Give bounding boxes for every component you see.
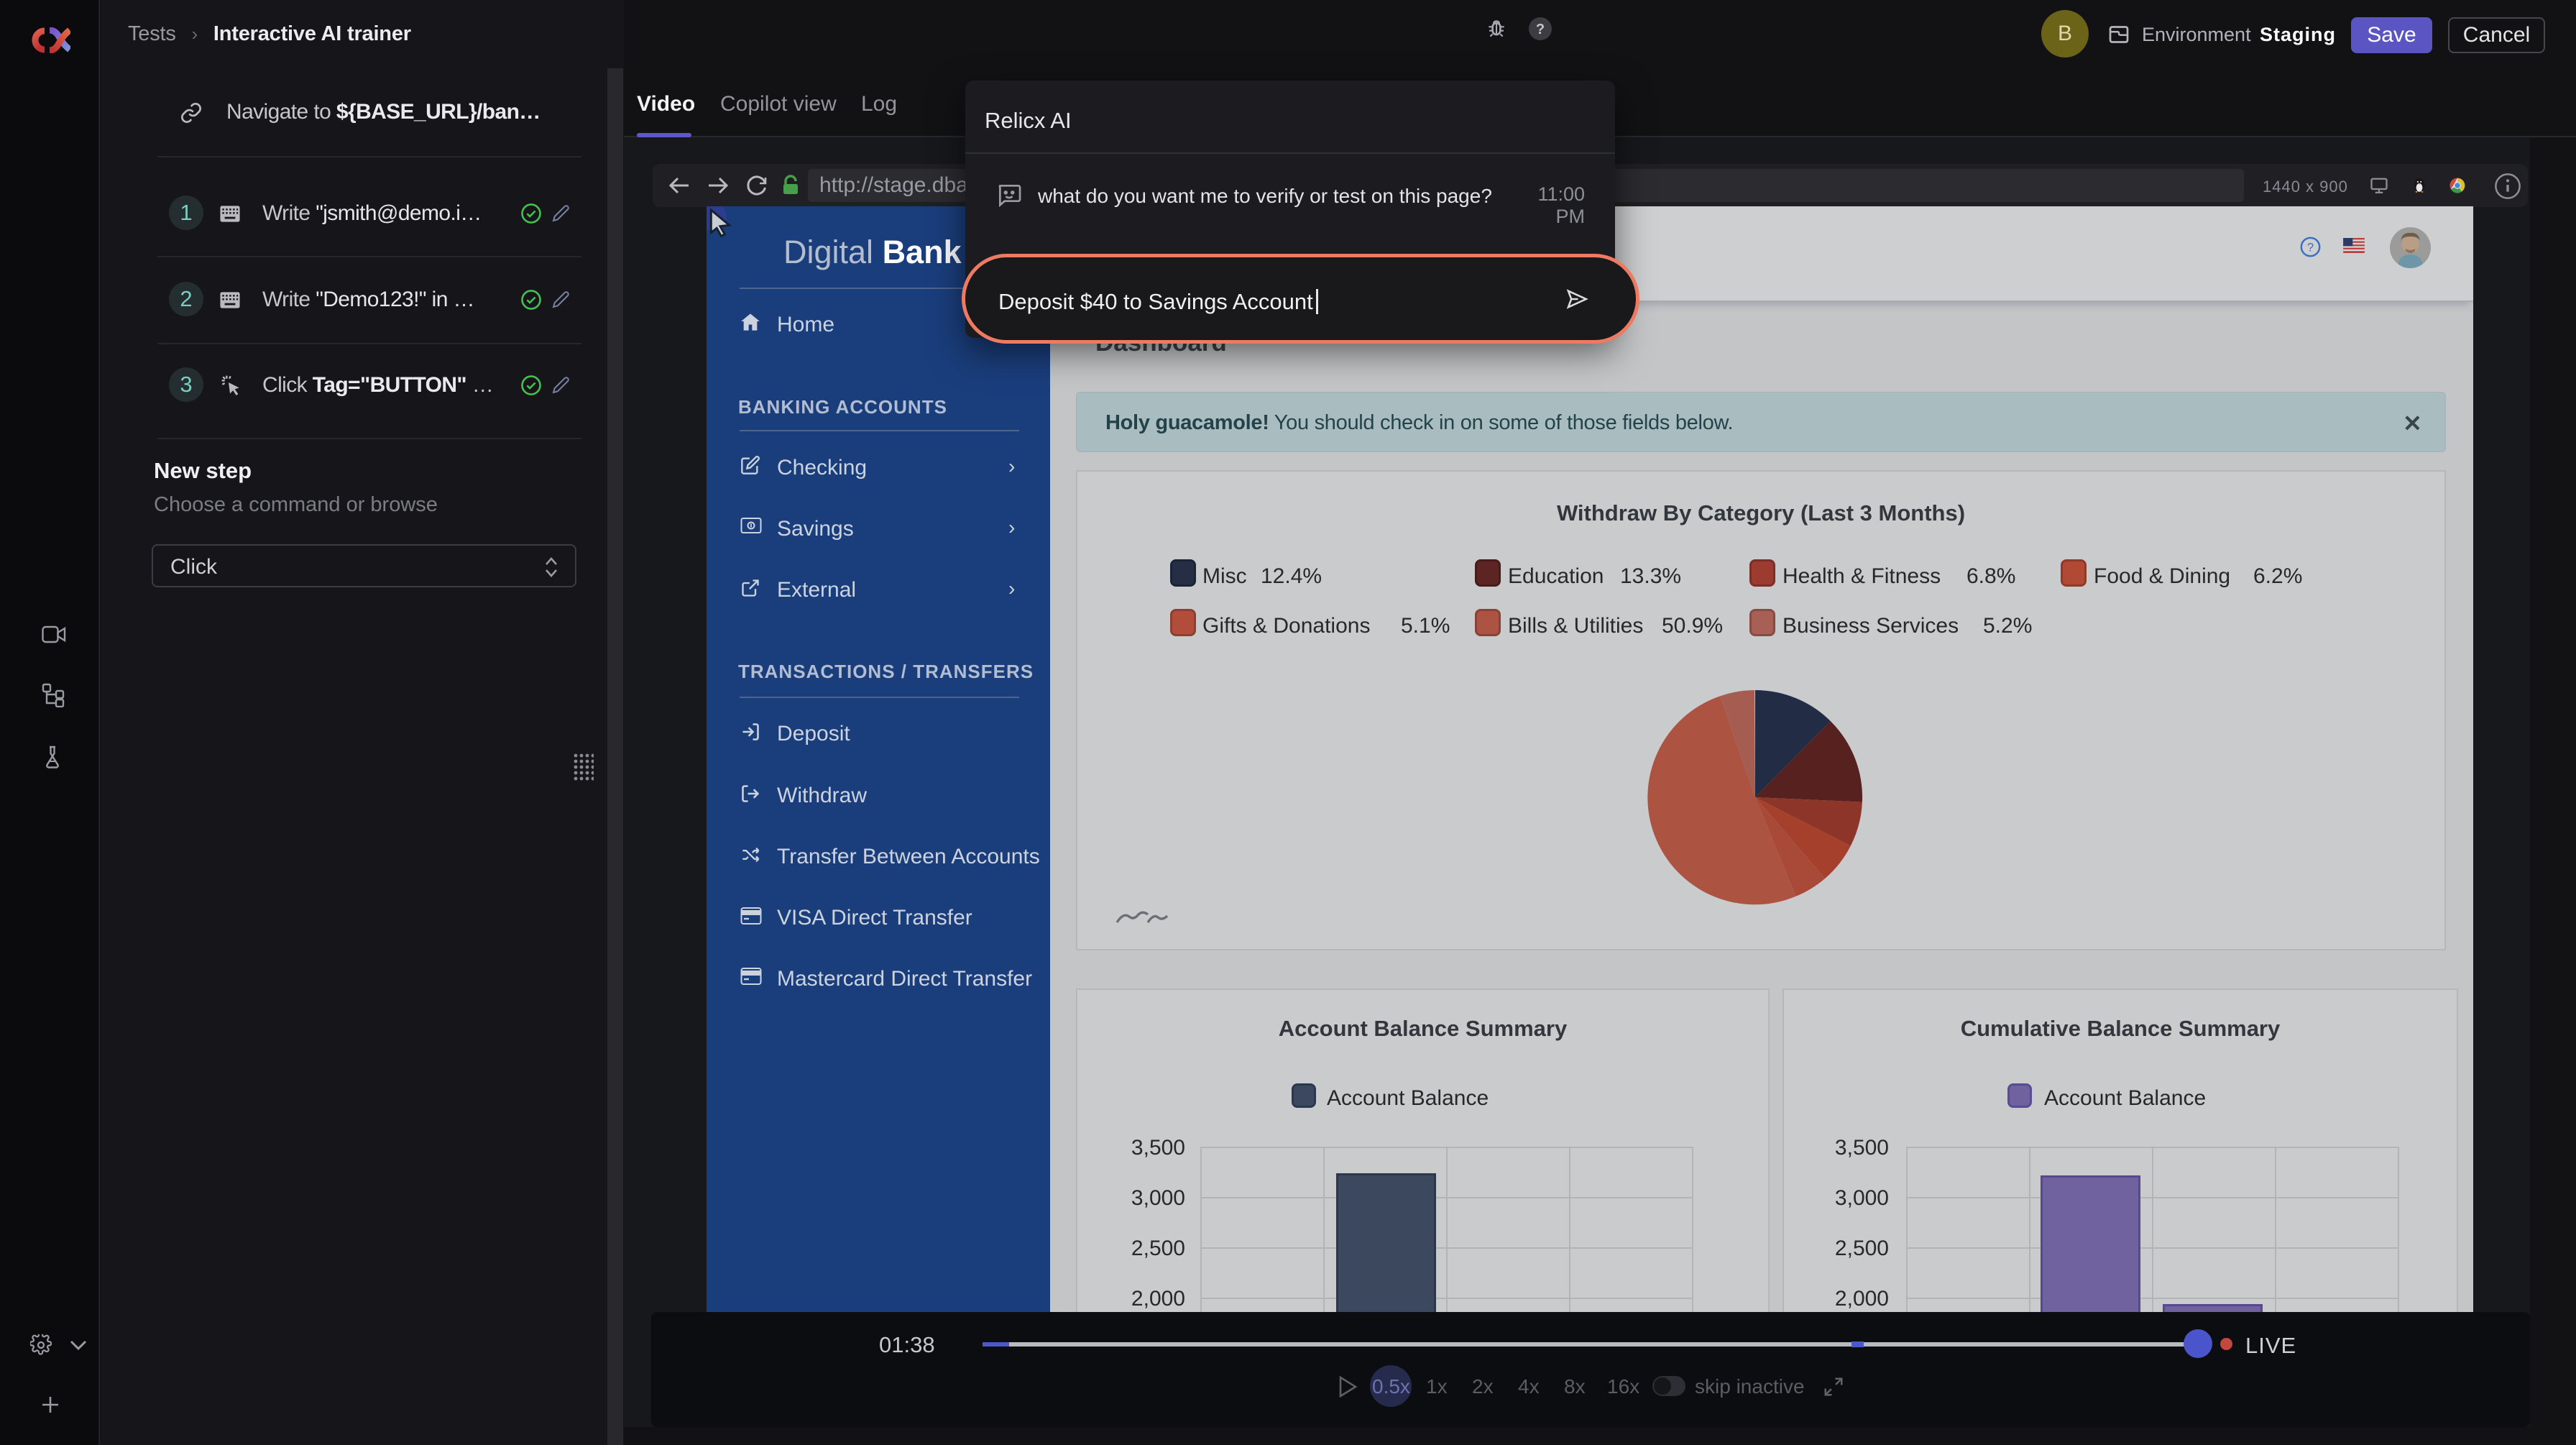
svg-text:?: ? xyxy=(1536,22,1545,37)
svg-text:?: ? xyxy=(2307,240,2314,254)
